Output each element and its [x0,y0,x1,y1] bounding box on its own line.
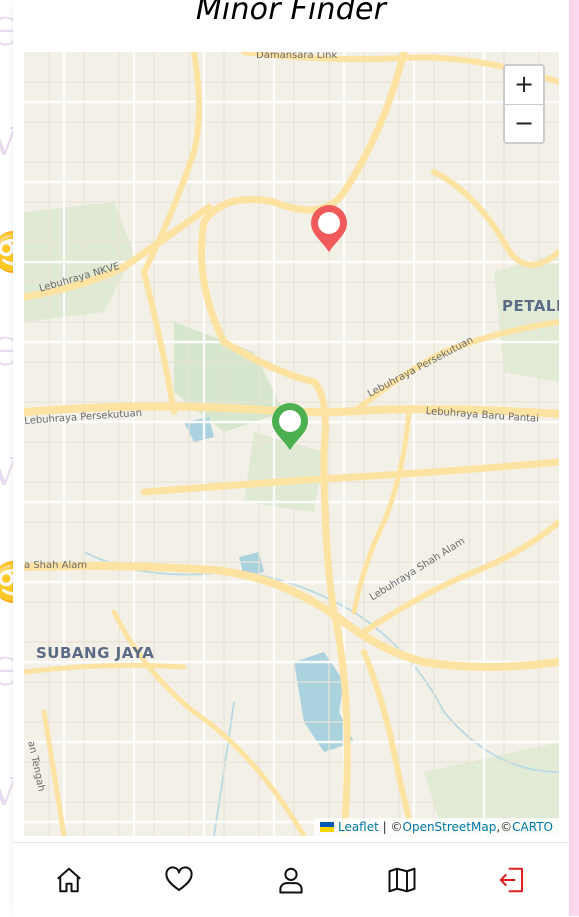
nav-logout-button[interactable] [497,865,527,895]
nav-home-button[interactable] [54,865,84,895]
map-icon [388,867,416,893]
openstreetmap-link[interactable]: OpenStreetMap [403,820,497,834]
zoom-out-button[interactable]: − [505,104,543,142]
carto-link[interactable]: CARTO [512,820,553,834]
green-marker-icon[interactable] [270,402,310,452]
map-view[interactable]: Damansara Link Lebuhraya NKVE PETALIN Le… [24,52,559,836]
map-attribution: Leaflet | ©OpenStreetMap,©CARTO [313,818,559,836]
bottom-nav [13,842,569,917]
nav-profile-button[interactable] [276,865,306,895]
right-decoration-strip [569,0,579,916]
heart-icon [165,866,193,891]
road-label-damansara: Damansara Link [256,52,338,61]
attribution-separator-2: ,© [496,820,513,834]
red-marker-icon[interactable] [309,204,349,254]
nav-map-button[interactable] [387,865,417,895]
logout-icon [499,867,523,893]
road-label-shah-alam-left: a Shah Alam [24,560,88,571]
background-decoration: ӘV♋ӘV♋ӘV [0,10,14,814]
area-label-subang-jaya: SUBANG JAYA [36,644,155,662]
page-title: Minor Finder [195,0,387,27]
leaflet-link[interactable]: Leaflet [338,820,379,834]
zoom-in-button[interactable]: + [505,66,543,104]
user-icon [279,867,303,894]
nav-favorites-button[interactable] [164,865,194,895]
area-label-petaling: PETALIN [502,297,559,315]
zoom-control: + − [503,64,545,144]
app-card: Minor Finder Damansara Link Lebuhraya NK… [13,0,569,917]
attribution-separator: | © [378,820,403,834]
ukraine-flag-icon [319,822,334,832]
home-icon [57,867,81,893]
